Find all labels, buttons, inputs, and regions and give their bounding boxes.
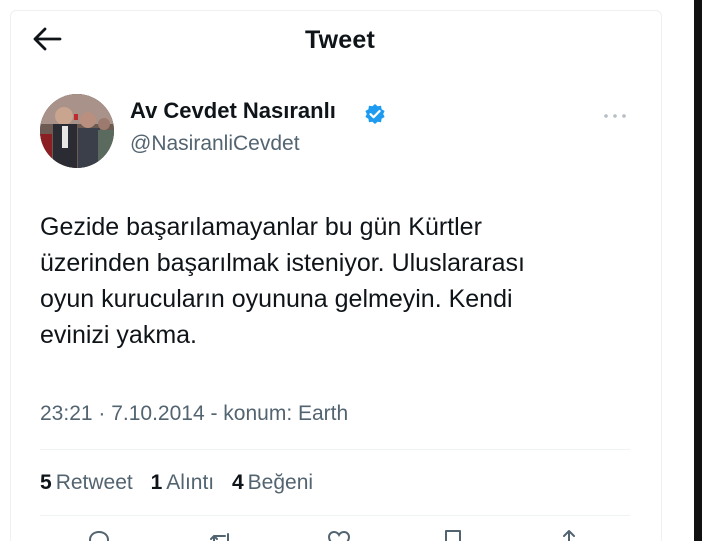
tweet-actions [40,528,630,541]
screen-edge-bar [694,0,702,541]
quote-count[interactable]: 1 Alıntı [151,471,215,495]
avatar-photo [40,94,114,168]
tweet-stats: 5 Retweet 1 Alıntı 4 Beğeni [40,471,325,495]
author-handle[interactable]: @NasiranliCevdet [130,132,300,156]
retweet-icon[interactable] [208,528,234,541]
tweet-screenshot: Tweet Av Cevdet Nasıranlı @NasiranliCevd… [0,0,702,541]
tweet-text-line: üzerinden başarılmak isteniyor. Uluslara… [40,249,525,277]
avatar[interactable] [40,94,114,168]
tweet-text-line: Gezide başarılamayanlar bu gün Kürtler [40,213,482,241]
retweet-count[interactable]: 5 Retweet [40,471,133,495]
tweet-timestamp-location[interactable]: 23:21 · 7.10.2014 - konum: Earth [40,402,348,426]
author-display-name[interactable]: Av Cevdet Nasıranlı [130,98,336,124]
divider [40,449,630,450]
share-icon[interactable] [556,528,582,541]
tweet-text-line: oyun kurucuların oyununa gelmeyin. Kendi [40,285,513,313]
more-horizontal-icon[interactable] [602,112,628,120]
like-icon[interactable] [326,528,352,541]
like-count[interactable]: 4 Beğeni [232,471,313,495]
tweet-text: Gezide başarılamayanlar bu gün Kürtler ü… [40,209,630,353]
page-title: Tweet [305,26,375,54]
reply-icon[interactable] [86,528,112,541]
verified-badge-icon [365,104,385,124]
tweet-header: Tweet [0,0,680,70]
divider [40,515,630,516]
bookmark-icon[interactable] [440,528,466,541]
tweet-text-line: evinizi yakma. [40,321,197,349]
